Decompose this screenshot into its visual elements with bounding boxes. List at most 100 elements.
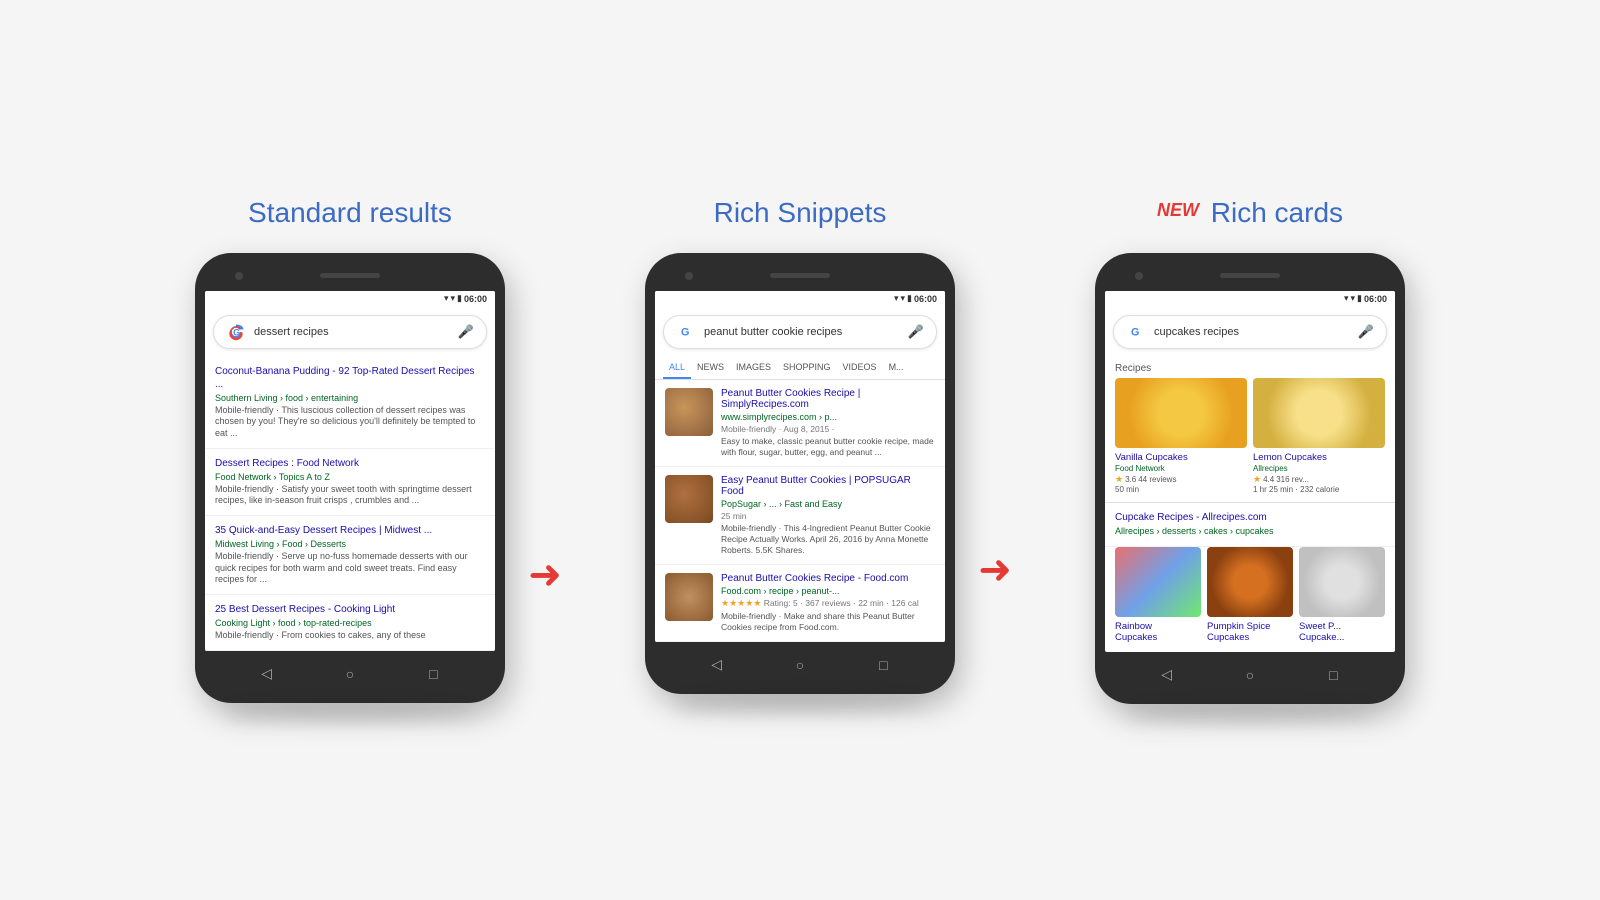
screen-richcards: ▾ ▾ ▮ 06:00 G cupcakes recipes 🎤 Recipes (1105, 291, 1395, 652)
back-btn-richcards[interactable]: ◁ (1158, 666, 1176, 684)
second-section-title[interactable]: Cupcake Recipes - Allrecipes.com (1115, 511, 1385, 524)
card-img-pumpkin (1207, 547, 1293, 617)
reviews-lemon: 316 rev... (1276, 475, 1309, 484)
snippet-thumb-2 (665, 573, 713, 621)
google-logo-snippets: G (676, 322, 696, 342)
bottom-cards-row: Rainbow Cupcakes Pumpkin Spice Cupcakes … (1105, 547, 1395, 652)
phone-bottom-richcards: ◁ ○ □ (1105, 660, 1395, 690)
card-lemon[interactable]: Lemon Cupcakes Allrecipes ★ 4.4 316 rev.… (1253, 378, 1385, 494)
mic-icon-richcards[interactable]: 🎤 (1358, 324, 1374, 340)
search-query-richcards: cupcakes recipes (1154, 326, 1358, 338)
phone-richcards: ▾ ▾ ▮ 06:00 G cupcakes recipes 🎤 Recipes (1095, 253, 1405, 704)
mic-icon-snippets[interactable]: 🎤 (908, 324, 924, 340)
screen-standard: ▾ ▾ ▮ 06:00 G dessert recipe (205, 291, 495, 651)
square-btn-richcards[interactable]: □ (1324, 666, 1342, 684)
search-bar-snippets[interactable]: G peanut butter cookie recipes 🎤 (663, 315, 937, 349)
camera-richcards (1135, 272, 1143, 280)
status-time-snippets: 06:00 (914, 294, 937, 304)
card-img-vanilla (1115, 378, 1247, 448)
square-btn-standard[interactable]: □ (424, 665, 442, 683)
wifi-icon-r: ▾ (1344, 293, 1349, 304)
result-title-1[interactable]: Dessert Recipes : Food Network (215, 457, 485, 470)
result-title-0[interactable]: Coconut-Banana Pudding - 92 Top-Rated De… (215, 365, 485, 391)
reviews-vanilla: 44 reviews (1138, 475, 1176, 484)
snippets-title: Rich Snippets (714, 197, 887, 229)
snippet-thumb-0 (665, 388, 713, 436)
second-section-header: Cupcake Recipes - Allrecipes.com Allreci… (1105, 502, 1395, 547)
snippet-title-2[interactable]: Peanut Butter Cookies Recipe - Food.com (721, 573, 935, 584)
mic-icon-standard[interactable]: 🎤 (458, 324, 474, 340)
card-img-sweet (1299, 547, 1385, 617)
result-snippet-2: Mobile-friendly · Serve up no-fuss homem… (215, 551, 485, 586)
status-icons-standard: ▾ ▾ ▮ (444, 293, 462, 304)
snippet-title-1[interactable]: Easy Peanut Butter Cookies | POPSUGAR Fo… (721, 475, 935, 497)
tab-more[interactable]: M... (883, 357, 910, 379)
snippet-thumb-1 (665, 475, 713, 523)
card-rainbow[interactable]: Rainbow Cupcakes (1115, 547, 1201, 644)
result-url-0: Southern Living › food › entertaining (215, 393, 485, 403)
status-icons-richcards: ▾ ▾ ▮ (1344, 293, 1362, 304)
card-pumpkin[interactable]: Pumpkin Spice Cupcakes (1207, 547, 1293, 644)
battery-icon-r: ▮ (1357, 293, 1362, 304)
rating-lemon: 4.4 (1263, 475, 1274, 484)
snippet-content-2: Peanut Butter Cookies Recipe - Food.com … (721, 573, 935, 633)
cards-section-label: Recipes (1105, 357, 1395, 378)
richcards-section: NEW Rich cards ▾ ▾ ▮ 06:00 (1095, 197, 1405, 704)
speaker-standard (320, 273, 380, 278)
richcards-title-text: Rich cards (1211, 197, 1343, 228)
battery-icon-s: ▮ (907, 293, 912, 304)
speaker-snippets (770, 273, 830, 278)
tab-news[interactable]: NEWS (691, 357, 730, 379)
card-sweet[interactable]: Sweet P... Cupcake... (1299, 547, 1385, 644)
result-title-3[interactable]: 25 Best Dessert Recipes - Cooking Light (215, 603, 485, 616)
snippet-url-1: PopSugar › ... › Fast and Easy (721, 499, 935, 509)
card-rating-lemon: ★ 4.4 316 rev... (1253, 474, 1385, 485)
status-bar-snippets: ▾ ▾ ▮ 06:00 (655, 291, 945, 307)
arrow-2: ➜ (978, 547, 1012, 593)
snippet-content-1: Easy Peanut Butter Cookies | POPSUGAR Fo… (721, 475, 935, 556)
snippet-item-2: Peanut Butter Cookies Recipe - Food.com … (655, 565, 945, 642)
tab-shopping[interactable]: SHOPPING (777, 357, 837, 379)
signal-icon: ▾ (450, 293, 455, 304)
card-vanilla[interactable]: Vanilla Cupcakes Food Network ★ 3.6 44 r… (1115, 378, 1247, 494)
phone-bottom-standard: ◁ ○ □ (205, 659, 495, 689)
snippet-desc-2: Mobile-friendly · Make and share this Pe… (721, 611, 935, 633)
result-snippet-0: Mobile-friendly · This luscious collecti… (215, 405, 485, 440)
stars-icon: ★★★★★ (721, 598, 761, 608)
tab-images[interactable]: IMAGES (730, 357, 777, 379)
back-btn-snippets[interactable]: ◁ (708, 656, 726, 674)
status-bar-richcards: ▾ ▾ ▮ 06:00 (1105, 291, 1395, 307)
tab-videos[interactable]: VIDEOS (837, 357, 883, 379)
phone-snippets: ▾ ▾ ▮ 06:00 G peanut butter cookie recip… (645, 253, 955, 694)
signal-icon-r: ▾ (1350, 293, 1355, 304)
tab-all[interactable]: ALL (663, 357, 691, 379)
stars-vanilla: ★ (1115, 474, 1123, 485)
signal-icon-s: ▾ (900, 293, 905, 304)
search-bar-richcards[interactable]: G cupcakes recipes 🎤 (1113, 315, 1387, 349)
result-title-2[interactable]: 35 Quick-and-Easy Dessert Recipes | Midw… (215, 524, 485, 537)
google-logo-standard: G (226, 322, 246, 342)
home-btn-richcards[interactable]: ○ (1241, 666, 1259, 684)
search-bar-standard[interactable]: G dessert recipes 🎤 (213, 315, 487, 349)
search-query-standard: dessert recipes (254, 326, 458, 338)
stars-lemon: ★ (1253, 474, 1261, 485)
top-cards-row: Vanilla Cupcakes Food Network ★ 3.6 44 r… (1105, 378, 1395, 502)
card-source-lemon: Allrecipes (1253, 464, 1385, 473)
home-btn-snippets[interactable]: ○ (791, 656, 809, 674)
phone-top-standard (205, 267, 495, 285)
square-btn-snippets[interactable]: □ (874, 656, 892, 674)
tabs-bar: ALL NEWS IMAGES SHOPPING VIDEOS M... (655, 357, 945, 380)
svg-text:G: G (233, 327, 240, 337)
result-snippet-1: Mobile-friendly · Satisfy your sweet too… (215, 484, 485, 507)
search-query-snippets: peanut butter cookie recipes (704, 326, 908, 338)
home-btn-standard[interactable]: ○ (341, 665, 359, 683)
back-btn-standard[interactable]: ◁ (258, 665, 276, 683)
snippet-title-0[interactable]: Peanut Butter Cookies Recipe | SimplyRec… (721, 388, 935, 410)
cal-lemon: 232 calorie (1300, 485, 1339, 494)
standard-section: Standard results ▾ ▾ ▮ 06:00 (195, 197, 505, 703)
camera-snippets (685, 272, 693, 280)
status-time-richcards: 06:00 (1364, 294, 1387, 304)
arrow-2-container: ➜ (955, 547, 1035, 593)
snippet-meta-1: 25 min (721, 511, 935, 521)
result-snippet-3: Mobile-friendly · From cookies to cakes,… (215, 630, 485, 642)
